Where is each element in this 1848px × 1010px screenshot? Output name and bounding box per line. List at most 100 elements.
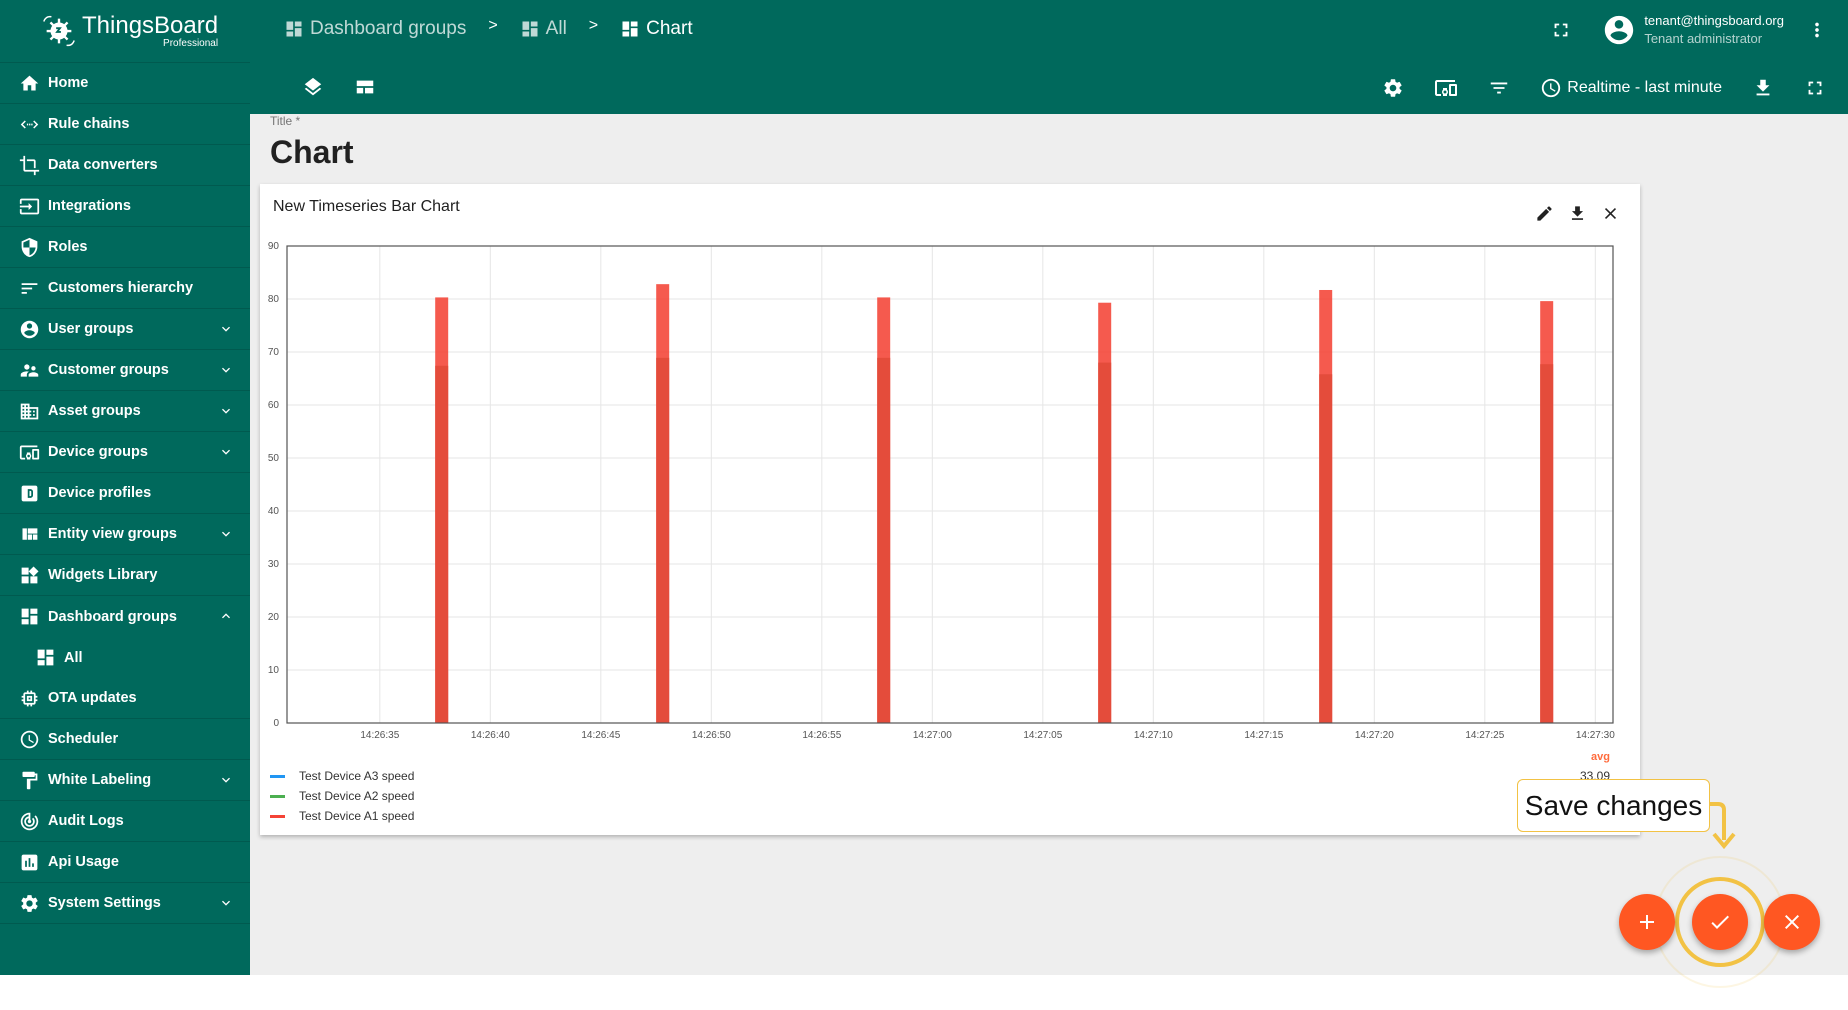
chevron-down-icon[interactable] [218, 772, 234, 788]
rule-chain-icon [18, 113, 40, 135]
save-changes-button[interactable] [1692, 894, 1748, 950]
filters-button[interactable] [1488, 77, 1510, 99]
clock-icon [18, 728, 40, 750]
y-tick-label: 0 [273, 718, 279, 729]
sidebar-item-audit-logs[interactable]: Audit Logs [0, 801, 250, 842]
legend-item[interactable]: Test Device A2 speed [270, 786, 414, 806]
sidebar-item-label: Rule chains [48, 116, 130, 132]
sidebar-item-label: System Settings [48, 895, 161, 911]
home-icon [18, 72, 40, 94]
breadcrumb-dashboard-groups[interactable]: Dashboard groups [284, 18, 466, 40]
sidebar-item-asset-groups[interactable]: Asset groups [0, 391, 250, 432]
user-role: Tenant administrator [1644, 30, 1763, 46]
legend-swatch [270, 774, 285, 778]
cancel-edit-button[interactable] [1764, 894, 1820, 950]
add-widget-button[interactable] [1619, 894, 1675, 950]
chevron-down-icon[interactable] [218, 362, 234, 378]
devices-icon [18, 441, 40, 463]
sidebar-item-rule-chains[interactable]: Rule chains [0, 104, 250, 145]
layers-button[interactable] [302, 76, 324, 98]
sidebar-item-data-converters[interactable]: Data converters [0, 145, 250, 186]
sidebar-item-device-groups[interactable]: Device groups [0, 432, 250, 473]
sidebar-item-label: Device profiles [48, 485, 152, 501]
crop-icon [18, 154, 40, 176]
sidebar-item-integrations[interactable]: Integrations [0, 186, 250, 227]
sidebar-item-label: Integrations [48, 198, 131, 214]
entity-aliases-button[interactable] [1434, 76, 1458, 100]
bar-test-device-a2-speed [435, 365, 449, 723]
title-label: Title * [270, 114, 301, 128]
dashboard-toolbar-right: Realtime - last minute [1352, 76, 1826, 100]
sidebar-item-customers-hierarchy[interactable]: Customers hierarchy [0, 268, 250, 309]
dashboard-icon [34, 647, 56, 669]
x-tick-label: 14:27:30 [1576, 730, 1615, 741]
devices-other-icon [1435, 80, 1458, 96]
chevron-down-icon[interactable] [218, 895, 234, 911]
download-icon [1756, 79, 1770, 96]
dashboard-fullscreen-button[interactable] [1804, 77, 1826, 99]
legend-avg-header: avg [1591, 751, 1610, 763]
sidebar-item-home[interactable]: Home [0, 63, 250, 104]
sidebar-item-label: Asset groups [48, 403, 141, 419]
export-button[interactable] [1752, 77, 1774, 99]
x-tick-label: 14:26:35 [360, 730, 399, 741]
y-tick-label: 10 [268, 665, 280, 676]
x-tick-label: 14:27:15 [1244, 730, 1283, 741]
chevron-down-icon[interactable] [218, 526, 234, 542]
sidebar-item-label: All [64, 649, 83, 666]
chevron-down-icon[interactable] [218, 321, 234, 337]
sidebar-item-widgets-library[interactable]: Widgets Library [0, 555, 250, 596]
sidebar-item-label: Entity view groups [48, 526, 177, 542]
sidebar-item-dashboard-groups[interactable]: Dashboard groups [0, 596, 250, 637]
sidebar-item-white-labeling[interactable]: White Labeling [0, 760, 250, 801]
legend-item[interactable]: Test Device A1 speed [270, 806, 414, 826]
bar-test-device-a2-speed [1319, 374, 1333, 723]
sidebar-item-label: Widgets Library [48, 567, 158, 583]
y-tick-label: 30 [268, 559, 280, 570]
user-info[interactable]: tenant@thingsboard.org Tenant administra… [1644, 12, 1784, 47]
account-circle-icon [1605, 15, 1634, 44]
chevron-down-icon[interactable] [218, 444, 234, 460]
breadcrumb-chart: Chart [620, 18, 693, 40]
legend-item[interactable]: Test Device A3 speed [270, 766, 414, 786]
x-tick-label: 14:27:00 [913, 730, 952, 741]
sidebar-item-label: Scheduler [48, 731, 119, 747]
sidebar-item-system-settings[interactable]: System Settings [0, 883, 250, 924]
filter-list-icon [1491, 82, 1508, 94]
fullscreen-button[interactable] [1550, 19, 1572, 41]
logo[interactable]: ThingsBoard Professional [0, 0, 250, 63]
dashboard-title-input[interactable]: Chart [270, 134, 354, 171]
settings-button[interactable] [1382, 77, 1404, 99]
breadcrumb-all[interactable]: All [520, 18, 567, 40]
timewindow-button[interactable]: Realtime - last minute [1540, 77, 1722, 99]
legend-label: Test Device A2 speed [299, 789, 415, 803]
timewindow-label: Realtime - last minute [1567, 79, 1722, 96]
layout-button[interactable] [354, 76, 376, 98]
sidebar-item-user-groups[interactable]: User groups [0, 309, 250, 350]
chevron-up-icon[interactable] [218, 608, 234, 624]
more-menu-button[interactable] [1806, 19, 1828, 41]
y-tick-label: 80 [268, 294, 280, 305]
sidebar-item-scheduler[interactable]: Scheduler [0, 719, 250, 760]
sidebar-item-roles[interactable]: Roles [0, 227, 250, 268]
logo-name: ThingsBoard [82, 11, 219, 39]
breadcrumb-label: Dashboard groups [310, 18, 467, 39]
dashboard-toolbar-left [302, 76, 376, 98]
close-icon [1785, 915, 1799, 929]
sidebar-item-dashboard-groups-all[interactable]: All [0, 637, 250, 678]
memory-icon [18, 687, 40, 709]
sidebar-item-customer-groups[interactable]: Customer groups [0, 350, 250, 391]
chart-widget[interactable]: New Timeseries Bar Chart 0 10 20 30 40 50 60 70… [260, 184, 1640, 835]
chevron-down-icon[interactable] [218, 403, 234, 419]
sidebar-item-api-usage[interactable]: Api Usage [0, 842, 250, 883]
shield-icon [18, 236, 40, 258]
sidebar-item-device-profiles[interactable]: Device profiles [0, 473, 250, 514]
breadcrumb-separator: > [488, 17, 498, 34]
sidebar-item-entity-view-groups[interactable]: Entity view groups [0, 514, 250, 555]
legend-swatch [270, 794, 285, 798]
sidebar-item-ota-updates[interactable]: OTA updates [0, 678, 250, 719]
dashboard-icon [18, 606, 40, 628]
plus-icon [1640, 915, 1654, 929]
avatar[interactable] [1602, 13, 1636, 47]
settings-icon [1384, 79, 1402, 97]
